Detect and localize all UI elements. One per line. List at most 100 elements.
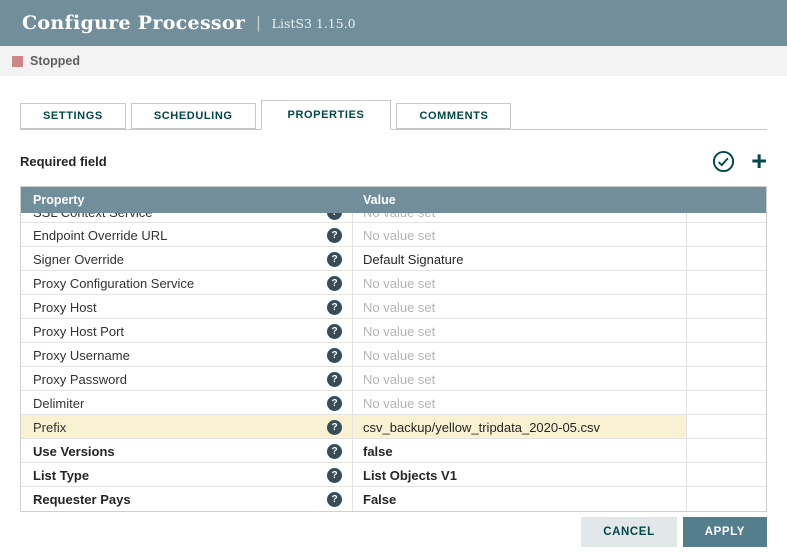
property-name: Endpoint Override URL	[33, 228, 167, 243]
value-cell[interactable]: No value set	[353, 319, 687, 343]
table-row[interactable]: List Type?List Objects V1	[21, 463, 766, 487]
help-icon[interactable]: ?	[327, 468, 342, 483]
status-bar: Stopped	[0, 46, 787, 76]
value-cell[interactable]: List Objects V1	[353, 463, 687, 487]
required-field-label: Required field	[20, 154, 107, 169]
tab-comments[interactable]: COMMENTS	[396, 103, 511, 129]
property-cell: Proxy Configuration Service?	[21, 271, 353, 295]
help-icon[interactable]: ?	[327, 372, 342, 387]
add-property-icon[interactable]: +	[751, 151, 767, 171]
stopped-icon	[12, 56, 23, 67]
help-icon[interactable]: ?	[327, 492, 342, 507]
property-name: Signer Override	[33, 252, 124, 267]
row-spacer	[687, 247, 766, 271]
table-row[interactable]: Endpoint Override URL?No value set	[21, 223, 766, 247]
help-icon[interactable]: ?	[327, 213, 342, 220]
dialog-header: Configure Processor | ListS3 1.15.0	[0, 0, 787, 46]
table-row[interactable]: Delimiter?No value set	[21, 391, 766, 415]
property-name: Proxy Username	[33, 348, 130, 363]
row-spacer	[687, 463, 766, 487]
property-cell: Delimiter?	[21, 391, 353, 415]
property-name: Proxy Configuration Service	[33, 276, 194, 291]
property-name: Delimiter	[33, 396, 84, 411]
dialog-title: Configure Processor	[22, 12, 245, 34]
status-label: Stopped	[30, 54, 80, 68]
table-row[interactable]: SSL Context Service?No value set	[21, 213, 766, 223]
value-cell[interactable]: No value set	[353, 223, 687, 247]
property-name: Proxy Host Port	[33, 324, 124, 339]
help-icon[interactable]: ?	[327, 348, 342, 363]
property-cell: Proxy Host?	[21, 295, 353, 319]
verify-properties-icon[interactable]	[712, 150, 735, 173]
cancel-button[interactable]: CANCEL	[581, 517, 677, 547]
property-name: Requester Pays	[33, 492, 131, 507]
row-spacer	[687, 343, 766, 367]
help-icon[interactable]: ?	[327, 420, 342, 435]
value-cell[interactable]: No value set	[353, 213, 687, 223]
property-cell: Signer Override?	[21, 247, 353, 271]
table-row[interactable]: Proxy Host Port?No value set	[21, 319, 766, 343]
table-header: Property Value	[21, 187, 766, 213]
value-cell[interactable]: No value set	[353, 343, 687, 367]
help-icon[interactable]: ?	[327, 444, 342, 459]
value-cell[interactable]: No value set	[353, 367, 687, 391]
table-row[interactable]: Proxy Host?No value set	[21, 295, 766, 319]
row-spacer	[687, 487, 766, 511]
value-column-header: Value	[353, 193, 687, 207]
property-cell: Endpoint Override URL?	[21, 223, 353, 247]
help-icon[interactable]: ?	[327, 324, 342, 339]
properties-toolbar: Required field +	[20, 148, 767, 174]
value-cell[interactable]: No value set	[353, 391, 687, 415]
table-row[interactable]: Prefix?csv_backup/yellow_tripdata_2020-0…	[21, 415, 766, 439]
property-cell: SSL Context Service?	[21, 213, 353, 223]
property-cell: Use Versions?	[21, 439, 353, 463]
value-cell[interactable]: No value set	[353, 295, 687, 319]
property-column-header: Property	[21, 193, 353, 207]
help-icon[interactable]: ?	[327, 300, 342, 315]
table-row[interactable]: Requester Pays?False	[21, 487, 766, 511]
property-cell: Requester Pays?	[21, 487, 353, 511]
table-row[interactable]: Proxy Configuration Service?No value set	[21, 271, 766, 295]
help-icon[interactable]: ?	[327, 252, 342, 267]
table-row[interactable]: Signer Override?Default Signature	[21, 247, 766, 271]
property-cell: Proxy Username?	[21, 343, 353, 367]
configure-processor-dialog: Configure Processor | ListS3 1.15.0 Stop…	[0, 0, 787, 554]
row-spacer	[687, 367, 766, 391]
help-icon[interactable]: ?	[327, 396, 342, 411]
tab-properties[interactable]: PROPERTIES	[261, 100, 392, 130]
property-name: Proxy Password	[33, 372, 127, 387]
table-row[interactable]: Proxy Username?No value set	[21, 343, 766, 367]
row-spacer	[687, 439, 766, 463]
property-name: Proxy Host	[33, 300, 97, 315]
value-cell[interactable]: csv_backup/yellow_tripdata_2020-05.csv	[353, 415, 687, 439]
dialog-footer: CANCEL APPLY	[581, 517, 767, 547]
property-name: Prefix	[33, 420, 66, 435]
property-cell: Prefix?	[21, 415, 353, 439]
property-name: SSL Context Service	[33, 213, 152, 220]
property-name: Use Versions	[33, 444, 115, 459]
tab-settings[interactable]: SETTINGS	[20, 103, 126, 129]
property-cell: Proxy Host Port?	[21, 319, 353, 343]
help-icon[interactable]: ?	[327, 228, 342, 243]
table-row[interactable]: Proxy Password? No value set	[21, 367, 766, 391]
value-cell[interactable]: Default Signature	[353, 247, 687, 271]
row-spacer	[687, 295, 766, 319]
tab-bar: SETTINGSSCHEDULINGPROPERTIESCOMMENTS	[20, 100, 767, 130]
plus-icon: +	[751, 151, 767, 171]
apply-button[interactable]: APPLY	[683, 517, 767, 547]
table-row[interactable]: Use Versions?false	[21, 439, 766, 463]
row-spacer	[687, 319, 766, 343]
toolbar-icons: +	[712, 150, 767, 173]
row-spacer	[687, 391, 766, 415]
value-cell[interactable]: false	[353, 439, 687, 463]
row-spacer	[687, 223, 766, 247]
value-cell[interactable]: No value set	[353, 271, 687, 295]
row-spacer	[687, 213, 766, 223]
value-cell[interactable]: False	[353, 487, 687, 511]
dialog-content: SETTINGSSCHEDULINGPROPERTIESCOMMENTS Req…	[0, 76, 787, 554]
table-body: SSL Context Service?No value setEndpoint…	[21, 213, 766, 511]
property-name: List Type	[33, 468, 89, 483]
tab-scheduling[interactable]: SCHEDULING	[131, 103, 256, 129]
property-cell: List Type?	[21, 463, 353, 487]
help-icon[interactable]: ?	[327, 276, 342, 291]
